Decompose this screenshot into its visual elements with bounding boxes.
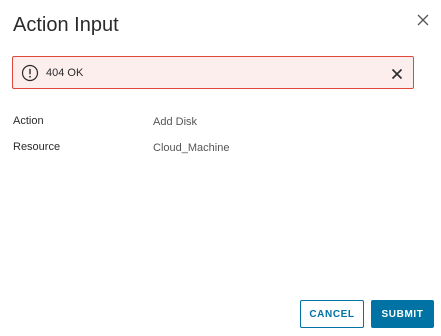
detail-row-action: Action Add Disk (13, 114, 413, 130)
detail-row-resource: Resource Cloud_Machine (13, 140, 413, 156)
dialog-title: Action Input (13, 14, 119, 36)
detail-value: Cloud_Machine (153, 142, 230, 154)
detail-label: Resource (13, 141, 61, 153)
error-alert: 404 OK (12, 56, 414, 89)
alert-close-icon[interactable] (391, 67, 403, 80)
close-icon[interactable] (416, 13, 430, 27)
cancel-button[interactable]: CANCEL (300, 300, 364, 328)
alert-message: 404 OK (46, 67, 84, 79)
action-input-dialog: Action Input 404 OK Action Add Disk Reso… (0, 0, 441, 336)
detail-label: Action (13, 115, 44, 127)
exclamation-circle-icon (21, 64, 39, 82)
detail-value: Add Disk (153, 116, 198, 128)
submit-button[interactable]: SUBMIT (371, 300, 434, 328)
